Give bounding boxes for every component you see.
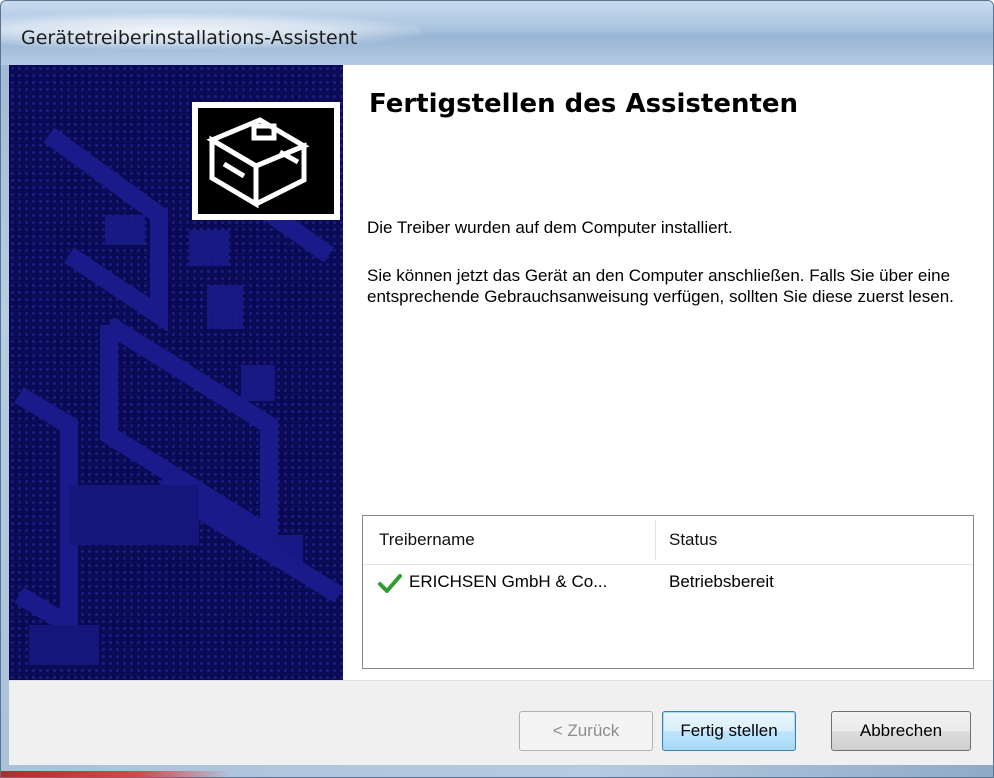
button-bar: < Zurück Fertig stellen Abbrechen <box>9 680 993 765</box>
finish-button-label: Fertig stellen <box>680 721 778 740</box>
wizard-banner-image <box>9 65 343 680</box>
cancel-button-label: Abbrechen <box>859 721 943 740</box>
connect-device-message: Sie können jetzt das Gerät an den Comput… <box>367 266 954 306</box>
device-drawing-icon <box>206 117 310 209</box>
finish-button[interactable]: Fertig stellen <box>662 711 796 751</box>
driver-list-row[interactable]: ERICHSEN GmbH & Co... Betriebsbereit <box>363 568 973 598</box>
wizard-content: Fertigstellen des Assistenten Die Treibe… <box>9 65 993 765</box>
taskbar-glimpse <box>1 771 231 777</box>
window-title: Gerätetreiberinstallations-Assistent <box>21 27 358 49</box>
driver-list-header: Treibername Status <box>363 516 973 565</box>
wizard-heading: Fertigstellen des Assistenten <box>369 89 799 119</box>
driver-name-cell: ERICHSEN GmbH & Co... <box>409 572 608 591</box>
driver-status-cell: Betriebsbereit <box>669 572 774 591</box>
back-button[interactable]: < Zurück <box>519 711 653 751</box>
column-header-driver-name[interactable]: Treibername <box>379 530 475 550</box>
title-bar[interactable]: Gerätetreiberinstallations-Assistent <box>1 1 993 65</box>
window-bottom-frame <box>1 765 993 777</box>
cancel-button[interactable]: Abbrechen <box>831 711 971 751</box>
drivers-installed-message: Die Treiber wurden auf dem Computer inst… <box>367 218 733 237</box>
column-header-status[interactable]: Status <box>669 530 717 550</box>
wizard-window: Gerätetreiberinstallations-Assistent Fer… <box>0 0 994 778</box>
green-check-icon <box>378 574 402 593</box>
driver-list[interactable]: Treibername Status ERICHSEN GmbH & Co...… <box>362 515 974 669</box>
column-separator <box>655 520 656 560</box>
back-button-label: < Zurück <box>552 721 620 740</box>
hardware-device-icon <box>192 102 340 220</box>
